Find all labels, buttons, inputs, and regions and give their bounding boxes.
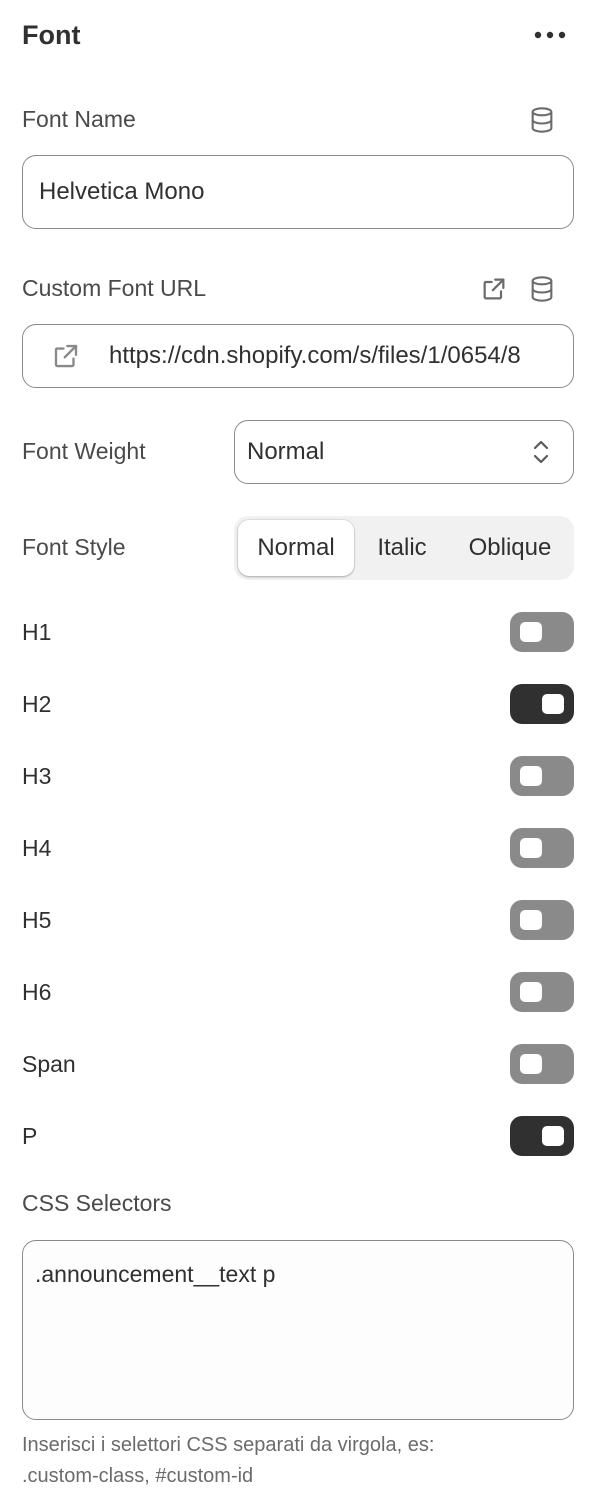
toggle-knob <box>520 910 542 930</box>
toggle-label-h1: H1 <box>22 619 52 645</box>
toggle-knob <box>520 838 542 858</box>
toggle-h4[interactable] <box>510 828 574 868</box>
toggle-label-h2: H2 <box>22 691 52 717</box>
toggle-knob <box>520 1054 542 1074</box>
font-weight-select[interactable]: Normal <box>234 420 574 484</box>
toggle-knob <box>542 694 564 714</box>
custom-font-url-input[interactable] <box>109 342 573 370</box>
font-weight-label: Font Weight <box>22 438 146 464</box>
font-name-label: Font Name <box>22 106 136 132</box>
font-style-option-normal[interactable]: Normal <box>238 520 354 576</box>
font-style-option-oblique[interactable]: Oblique <box>450 520 570 576</box>
toggle-h6[interactable] <box>510 972 574 1012</box>
font-style-label: Font Style <box>22 534 126 560</box>
toggle-h1[interactable] <box>510 612 574 652</box>
css-selectors-label: CSS Selectors <box>22 1190 172 1216</box>
toggle-label-h3: H3 <box>22 763 52 789</box>
toggle-label-span: Span <box>22 1051 76 1077</box>
more-horizontal-icon <box>534 31 566 39</box>
toggle-p[interactable] <box>510 1116 574 1156</box>
toggle-h3[interactable] <box>510 756 574 796</box>
toggle-span[interactable] <box>510 1044 574 1084</box>
database-icon <box>531 276 553 302</box>
font-weight-selected-value: Normal <box>247 438 325 465</box>
toggle-h5[interactable] <box>510 900 574 940</box>
custom-font-url-label: Custom Font URL <box>22 275 207 301</box>
panel-title: Font <box>22 20 81 50</box>
toggle-label-h6: H6 <box>22 979 52 1005</box>
font-name-dynamic-source-button[interactable] <box>524 102 560 138</box>
font-style-segmented-control: Normal Italic Oblique <box>234 516 574 580</box>
more-options-button[interactable] <box>530 18 570 52</box>
external-link-icon <box>54 344 78 368</box>
font-name-input[interactable] <box>39 178 557 206</box>
custom-font-url-field[interactable] <box>22 324 574 388</box>
font-style-option-italic[interactable]: Italic <box>354 520 450 576</box>
css-selectors-textarea[interactable]: .announcement__text p <box>22 1240 574 1420</box>
css-selectors-help-line-2: .custom-class, #custom-id <box>22 1465 254 1487</box>
custom-font-url-dynamic-source-button[interactable] <box>524 271 560 307</box>
toggle-knob <box>520 982 542 1002</box>
toggle-label-h5: H5 <box>22 907 52 933</box>
select-chevron-icon <box>533 440 549 464</box>
font-name-field[interactable] <box>22 155 574 229</box>
css-selectors-help-line-1: Inserisci i selettori CSS separati da vi… <box>22 1434 435 1456</box>
toggle-h2[interactable] <box>510 684 574 724</box>
toggle-label-h4: H4 <box>22 835 52 861</box>
toggle-knob <box>542 1126 564 1146</box>
database-icon <box>531 107 553 133</box>
toggle-label-p: P <box>22 1123 38 1149</box>
external-link-icon <box>483 278 505 300</box>
toggle-knob <box>520 622 542 642</box>
toggle-knob <box>520 766 542 786</box>
open-url-button[interactable] <box>476 271 512 307</box>
